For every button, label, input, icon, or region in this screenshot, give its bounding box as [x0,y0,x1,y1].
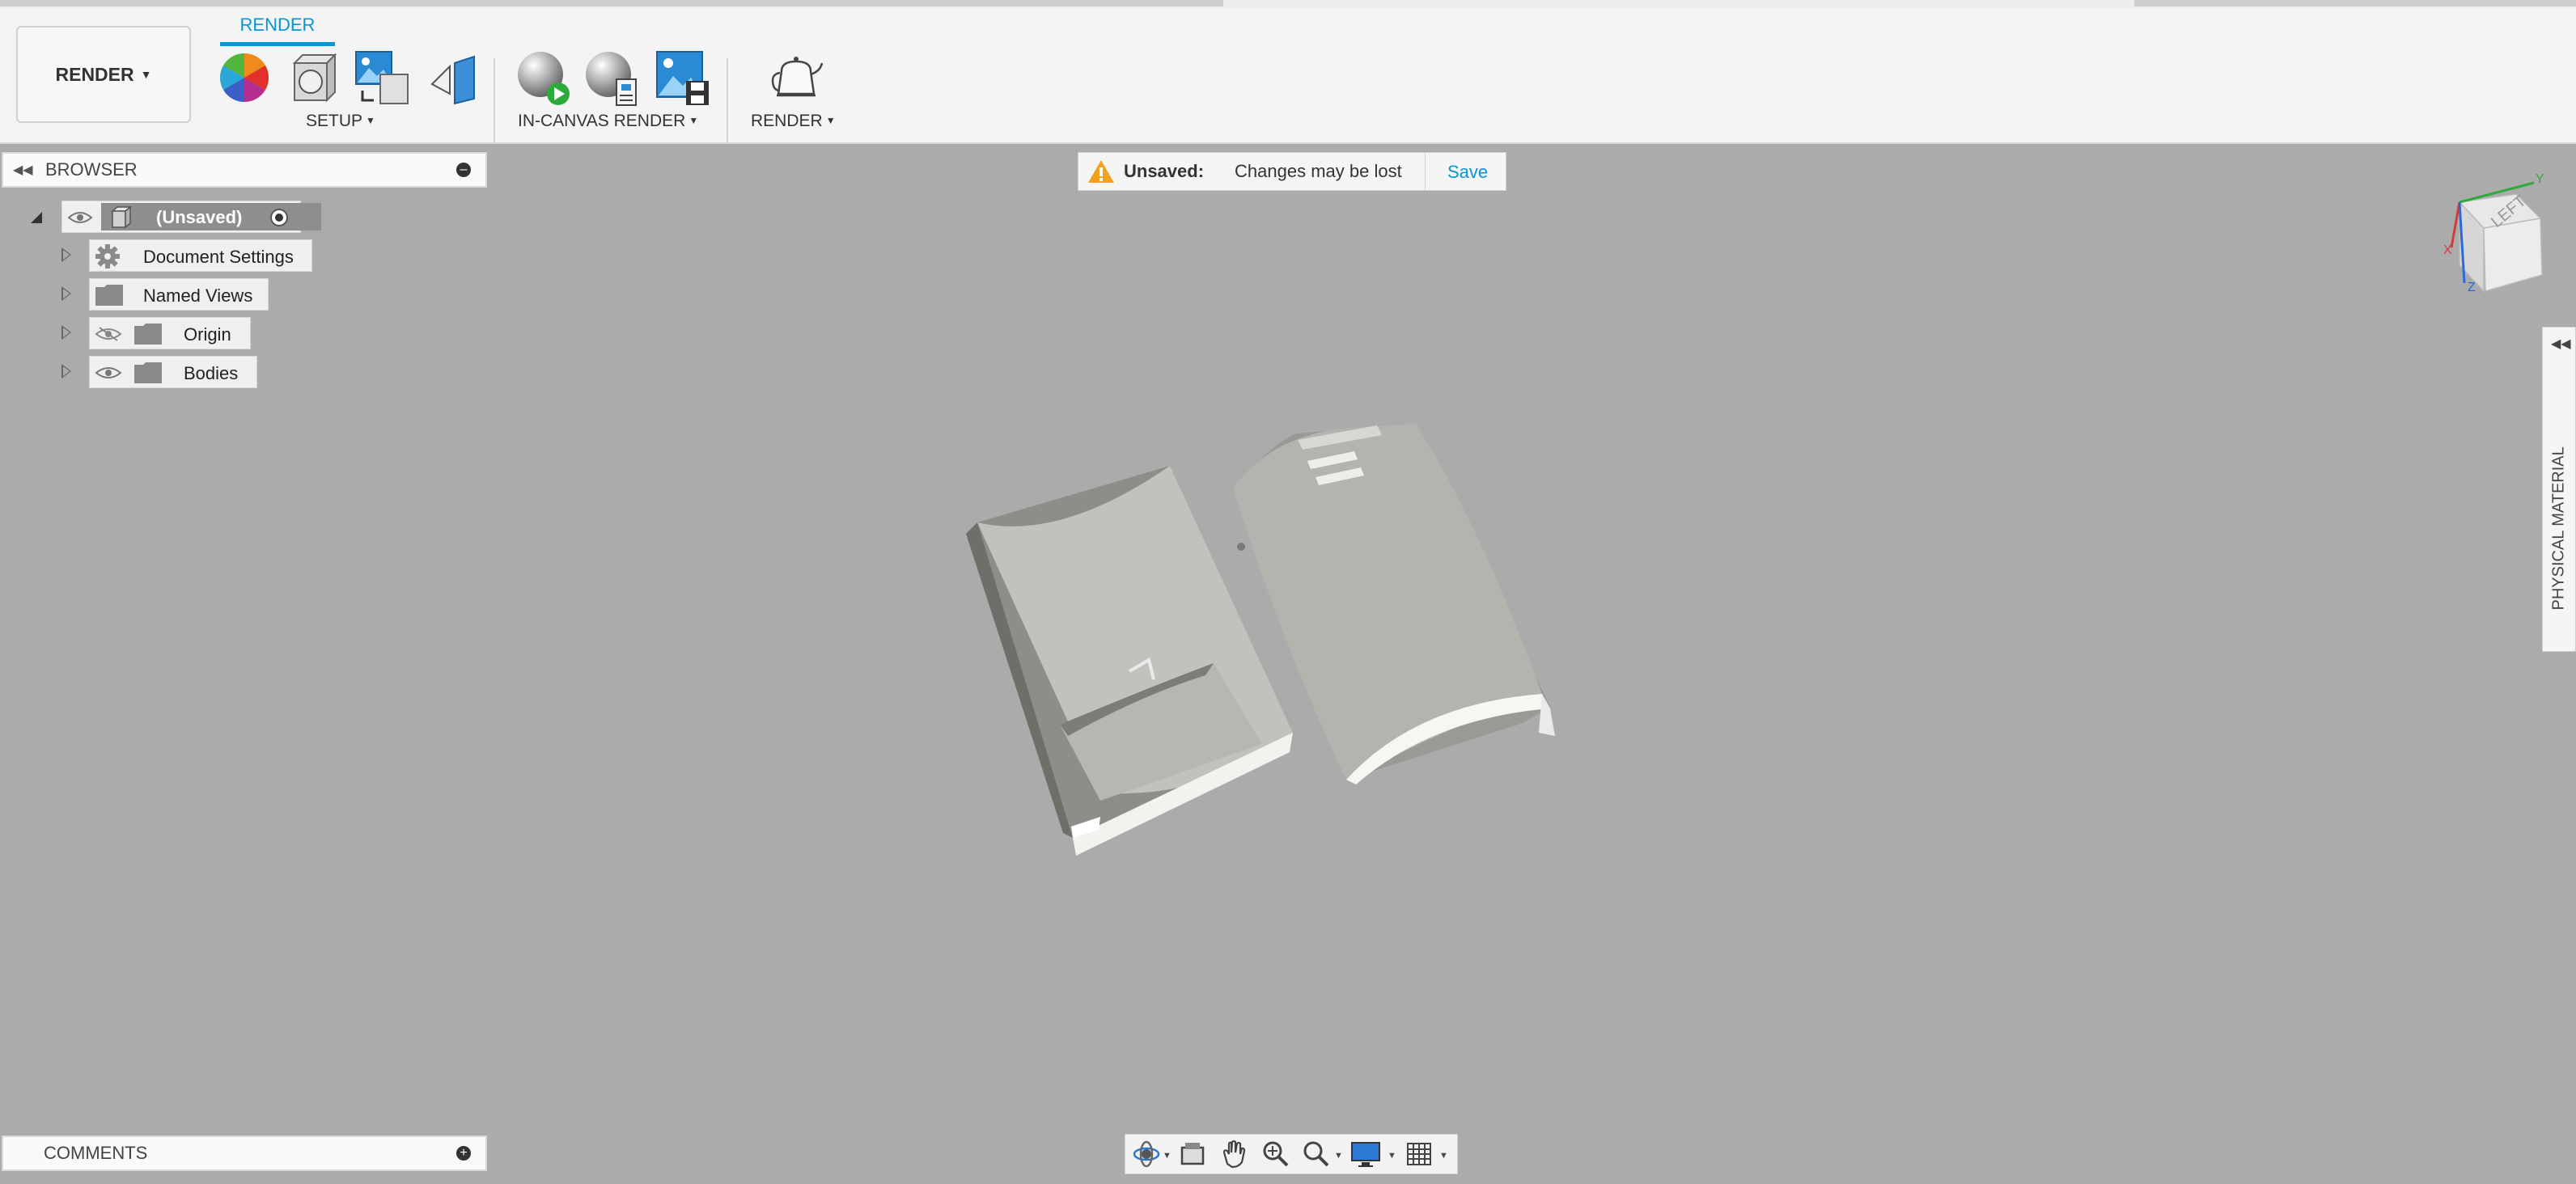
browser-item-bodies[interactable]: Bodies [89,356,257,388]
toolbar-divider [727,58,728,142]
physical-material-label: PHYSICAL MATERIAL [2549,446,2568,611]
in-canvas-render-group-label: IN-CANVAS RENDER [518,112,686,130]
view-cube[interactable]: LEFT Y X Z [2435,170,2557,299]
comments-title: COMMENTS [44,1143,148,1163]
chevron-down-icon: ▼ [688,115,699,126]
component-icon [110,206,132,229]
folder-icon [95,285,123,306]
radio-activate-icon[interactable] [269,208,289,227]
comments-panel-header[interactable]: COMMENTS + [2,1135,487,1171]
setup-group-menu[interactable]: SETUP ▼ [306,112,375,131]
chevron-down-icon[interactable]: ▼ [1439,1151,1448,1161]
fit-zoom-icon[interactable] [1302,1140,1331,1169]
browser-item-document-settings[interactable]: Document Settings [89,239,312,272]
grid-settings-icon[interactable] [1405,1140,1434,1169]
orbit-icon[interactable] [1132,1140,1161,1169]
browser-root-node[interactable]: (Unsaved) [61,201,321,233]
decal-plane-icon[interactable] [429,55,477,105]
setup-group-label: SETUP [306,112,363,130]
capture-image-icon[interactable] [655,50,710,107]
ribbon-toolbar: RENDER ▼ RENDER SETUP ▼ IN-CANVAS RENDER… [0,8,2576,144]
minimize-icon[interactable]: – [456,163,471,177]
browser-item-label: Bodies [184,363,239,383]
workspace-label: RENDER [55,63,134,85]
material-cube-icon[interactable] [286,52,340,105]
look-at-icon[interactable] [1179,1140,1206,1169]
eye-hidden-icon[interactable] [95,326,122,342]
chevron-down-icon: ▼ [825,115,836,126]
root-label: (Unsaved) [156,207,243,227]
chevron-down-icon[interactable]: ▼ [1388,1151,1396,1161]
strip-segment [2134,0,2576,6]
render-group-label: RENDER [751,112,823,130]
display-settings-icon[interactable] [1350,1140,1383,1169]
expand-left-icon[interactable]: ◀◀ [2551,336,2571,352]
in-canvas-render-group-menu[interactable]: IN-CANVAS RENDER ▼ [518,112,698,131]
pan-hand-icon[interactable] [1219,1140,1248,1169]
physical-material-side-panel[interactable]: ◀◀ PHYSICAL MATERIAL [2542,327,2576,652]
browser-item-origin[interactable]: Origin [89,317,251,349]
navigation-bar: ▼ ▼ ▼ ▼ [1125,1134,1458,1174]
gear-icon [95,244,120,269]
browser-item-label: Named Views [143,285,253,306]
browser-item-label: Document Settings [143,247,294,267]
folder-icon [134,362,162,383]
tree-expand-icon[interactable] [61,286,71,301]
color-wheel-icon[interactable] [218,52,270,104]
axis-y-label: Y [2536,172,2544,186]
model-bodies[interactable] [963,412,1561,857]
toolbar-divider [494,58,495,142]
browser-panel-header[interactable]: ◀◀ BROWSER – [2,152,487,188]
unsaved-message: Changes may be lost [1235,161,1402,181]
eye-icon[interactable] [95,365,122,381]
unsaved-status: Unsaved: [1124,161,1205,181]
tab-render[interactable]: RENDER [220,15,335,36]
chevron-down-icon[interactable]: ▼ [1334,1151,1343,1161]
chevron-down-icon: ▼ [366,115,375,126]
scene-image-icon[interactable] [354,50,409,107]
save-button[interactable]: Save [1447,162,1488,183]
axis-x-label: X [2443,243,2452,257]
unsaved-banner: Unsaved: Changes may be lost Save [1078,152,1506,191]
active-tab-indicator [220,42,335,46]
top-progress-strip [0,0,2576,8]
eye-icon[interactable] [67,209,93,226]
tree-collapse-icon[interactable] [29,210,44,225]
body-left-shell[interactable] [966,466,1293,856]
workspace-switcher-button[interactable]: RENDER ▼ [16,26,191,123]
tree-expand-icon[interactable] [61,325,71,340]
tree-expand-icon[interactable] [61,364,71,378]
chevron-down-icon[interactable]: ▼ [1163,1151,1171,1161]
teapot-icon[interactable] [769,55,825,100]
collapse-left-icon[interactable]: ◀◀ [13,162,36,178]
zoom-icon[interactable] [1261,1140,1290,1169]
axis-z-label: Z [2468,281,2476,294]
tree-expand-icon[interactable] [61,247,71,262]
folder-icon [134,323,162,345]
browser-title: BROWSER [45,159,138,180]
browser-item-label: Origin [184,324,231,345]
warning-icon [1088,160,1114,183]
strip-segment [0,0,1223,6]
render-group-menu[interactable]: RENDER ▼ [751,112,836,131]
browser-item-named-views[interactable]: Named Views [89,278,269,311]
add-comment-icon[interactable]: + [456,1146,471,1161]
render-sphere-play-icon[interactable] [516,50,571,107]
render-sphere-settings-icon[interactable] [584,50,639,107]
chevron-down-icon: ▼ [140,68,152,81]
banner-divider [1425,153,1426,190]
